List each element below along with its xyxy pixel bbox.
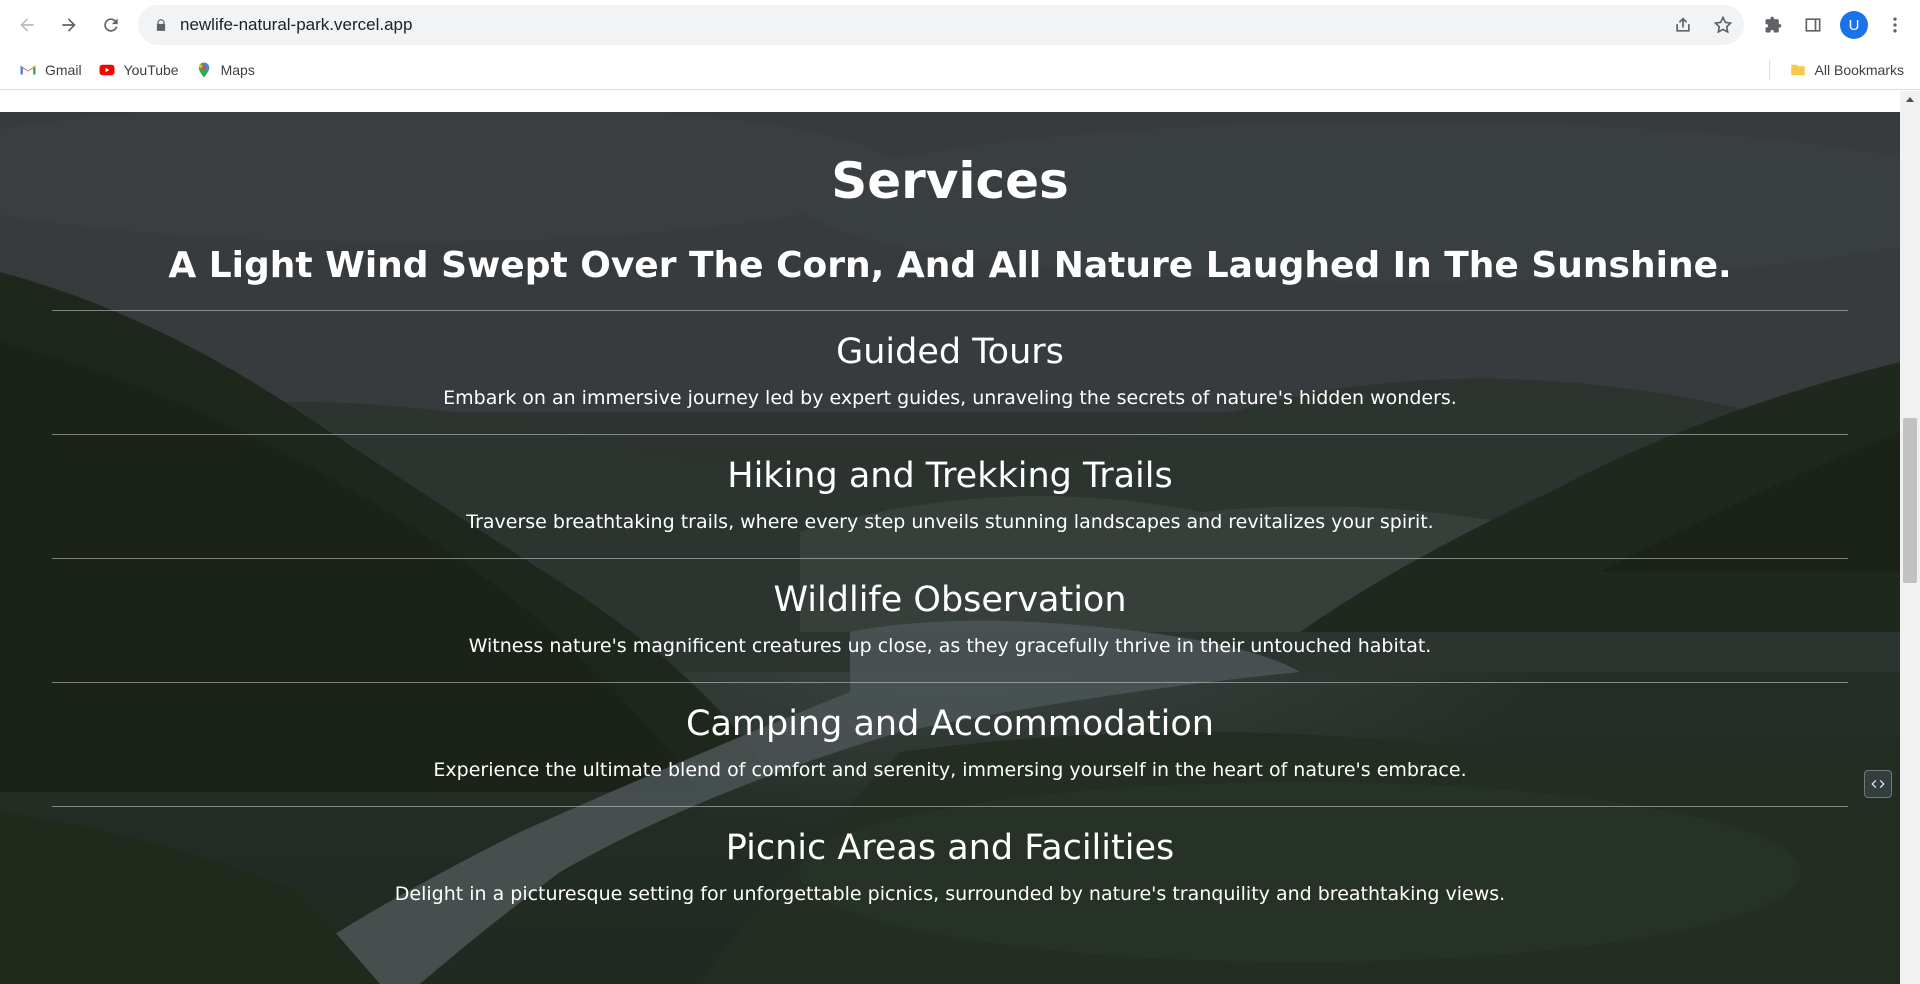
divider <box>52 682 1848 683</box>
scrollbar-thumb[interactable] <box>1903 418 1917 583</box>
bookmark-label: Maps <box>220 61 255 78</box>
bookmark-label: Gmail <box>45 61 82 78</box>
section-title: Services <box>831 152 1069 210</box>
service-desc-camping: Experience the ultimate blend of comfort… <box>433 759 1467 781</box>
bookmark-label: YouTube <box>123 61 179 78</box>
service-title-camping: Camping and Accommodation <box>686 704 1214 744</box>
gmail-icon <box>19 61 37 79</box>
page-scrollbar[interactable] <box>1900 91 1920 984</box>
reload-icon <box>104 18 118 32</box>
more-menu-icon[interactable] <box>1882 12 1908 38</box>
browser-toolbar: newlife-natural-park.vercel.app U <box>0 0 1920 50</box>
back-button[interactable] <box>9 7 45 43</box>
page-viewport: Services A Light Wind Swept Over The Cor… <box>0 91 1900 984</box>
maps-icon <box>195 61 213 79</box>
bookmark-maps[interactable]: Maps <box>187 56 263 84</box>
all-bookmarks-button[interactable]: All Bookmarks <box>1781 56 1912 84</box>
page-top-strip <box>0 91 1900 112</box>
service-desc-wildlife: Witness nature's magnificent creatures u… <box>468 635 1432 657</box>
service-title-hiking: Hiking and Trekking Trails <box>727 456 1173 496</box>
service-desc-guided-tours: Embark on an immersive journey led by ex… <box>443 387 1457 409</box>
code-icon <box>1871 780 1885 788</box>
youtube-icon <box>98 61 116 79</box>
scroll-up-arrow[interactable] <box>1900 91 1920 109</box>
folder-icon <box>1789 61 1807 79</box>
divider <box>52 310 1848 311</box>
extensions-icon[interactable] <box>1760 12 1786 38</box>
bookmarks-separator <box>1769 60 1770 80</box>
all-bookmarks-label: All Bookmarks <box>1814 62 1904 78</box>
divider <box>52 558 1848 559</box>
arrow-left-icon <box>20 18 34 32</box>
service-desc-hiking: Traverse breathtaking trails, where ever… <box>466 511 1434 533</box>
address-bar[interactable]: newlife-natural-park.vercel.app <box>138 5 1744 45</box>
side-panel-icon[interactable] <box>1800 12 1826 38</box>
section-tagline: A Light Wind Swept Over The Corn, And Al… <box>168 245 1732 286</box>
divider <box>52 806 1848 807</box>
service-desc-picnic: Delight in a picturesque setting for unf… <box>394 883 1506 905</box>
floating-widget-button[interactable] <box>1864 770 1892 798</box>
bookmark-star-icon[interactable] <box>1712 14 1734 36</box>
services-section: Services A Light Wind Swept Over The Cor… <box>0 112 1900 984</box>
service-title-picnic: Picnic Areas and Facilities <box>725 828 1175 868</box>
bookmarks-bar: Gmail YouTube Maps All Bookmarks <box>0 50 1920 90</box>
reload-button[interactable] <box>93 7 129 43</box>
forward-button[interactable] <box>51 7 87 43</box>
bookmark-youtube[interactable]: YouTube <box>90 56 187 84</box>
arrow-right-icon <box>62 18 76 32</box>
service-title-wildlife: Wildlife Observation <box>773 580 1127 620</box>
share-icon[interactable] <box>1672 14 1694 36</box>
divider <box>52 434 1848 435</box>
service-title-guided-tours: Guided Tours <box>836 332 1064 372</box>
bookmark-gmail[interactable]: Gmail <box>11 56 90 84</box>
profile-avatar[interactable]: U <box>1840 11 1868 39</box>
lock-icon[interactable] <box>152 16 170 34</box>
url-text[interactable]: newlife-natural-park.vercel.app <box>180 15 412 35</box>
